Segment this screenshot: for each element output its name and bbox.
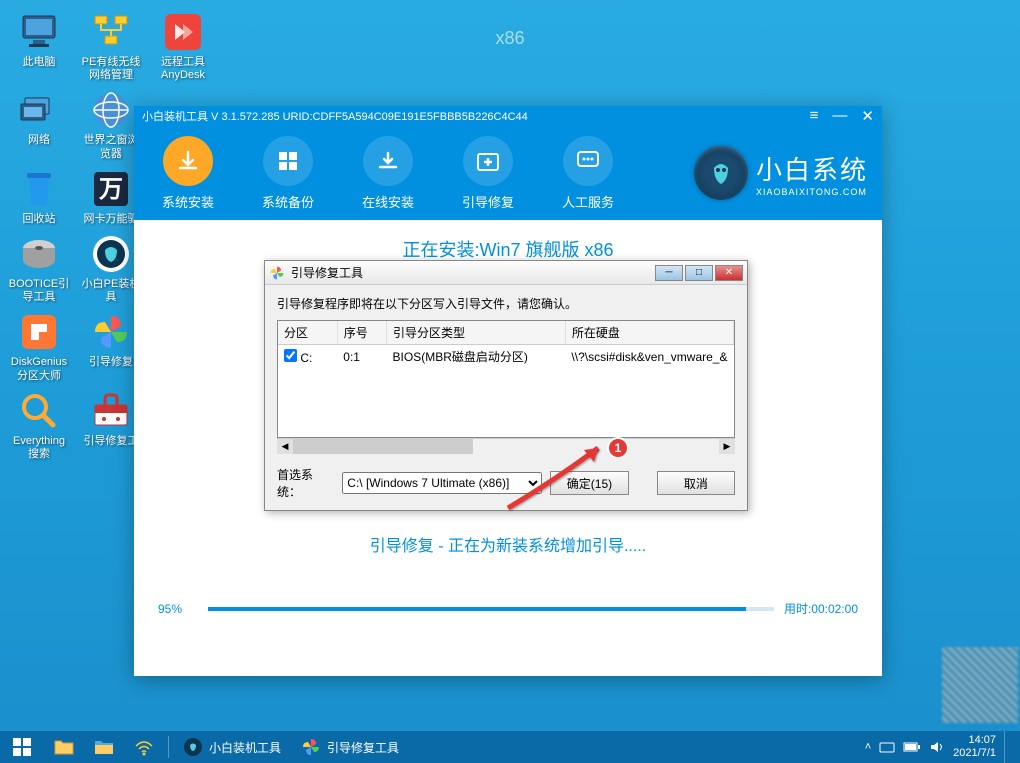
pinwheel-icon [269, 265, 285, 281]
obscured-region [942, 647, 1018, 723]
scroll-right-icon[interactable]: ▶ [719, 439, 735, 454]
col-type[interactable]: 引导分区类型 [387, 321, 566, 345]
network-icon [89, 10, 133, 54]
progress-fill [208, 607, 746, 611]
desktop-icon-pe-network[interactable]: PE有线无线网络管理 [80, 10, 142, 82]
taskbar-app-installer[interactable]: 小白装机工具 [173, 731, 291, 763]
tab-system-backup[interactable]: 系统备份 [248, 136, 328, 211]
taskbar-file-explorer-2[interactable] [84, 731, 124, 763]
taskbar-clock[interactable]: 14:07 2021/7/1 [953, 734, 996, 760]
windows-icon [263, 136, 313, 186]
folder-icon [54, 737, 74, 757]
monitor-icon [17, 10, 61, 54]
xiaobai-icon [183, 737, 203, 757]
pinwheel-icon [89, 310, 133, 354]
preferred-system-label: 首选系统： [277, 466, 334, 500]
desktop-icon-driver[interactable]: 万 网卡万能驱 [80, 167, 142, 226]
close-icon[interactable]: ✕ [861, 107, 874, 125]
desktop-icon-xiaobai-pe[interactable]: 小白PE装机具 [80, 232, 142, 304]
progress-percent: 95% [158, 602, 198, 616]
preferred-system-select[interactable]: C:\ [Windows 7 Ultimate (x86)] [342, 472, 542, 494]
brand-name: 小白系统 [756, 150, 868, 187]
brand-url: XIAOBAIXITONG.COM [756, 187, 868, 197]
anydesk-icon [161, 10, 205, 54]
dialog-title-text: 引导修复工具 [291, 264, 363, 281]
taskbar-file-explorer[interactable] [44, 731, 84, 763]
minimize-icon[interactable]: — [832, 107, 847, 125]
folder-open-icon [94, 737, 114, 757]
tray-up-icon[interactable]: ˄ [865, 741, 871, 753]
network-computer-icon [17, 88, 61, 132]
globe-icon [89, 88, 133, 132]
desktop-icon-this-pc[interactable]: 此电脑 [8, 10, 70, 82]
taskbar-app-bootrepair[interactable]: 引导修复工具 [291, 731, 409, 763]
scroll-thumb[interactable] [293, 439, 473, 454]
search-icon [17, 389, 61, 433]
installing-title: 正在安装:Win7 旗舰版 x86 [158, 236, 858, 262]
desktop-icon-recycle[interactable]: 回收站 [8, 167, 70, 226]
tray-keyboard-icon[interactable] [879, 740, 895, 754]
desktop-watermark: x86 [495, 28, 524, 49]
desktop-icon-browser[interactable]: 世界之窗浏览器 [80, 88, 142, 160]
progress-bar [208, 607, 774, 611]
show-desktop-button[interactable] [1004, 731, 1010, 763]
diskgenius-icon [17, 310, 61, 354]
tab-online-install[interactable]: 在线安装 [348, 136, 428, 211]
pinwheel-icon [301, 737, 321, 757]
dialog-titlebar[interactable]: 引导修复工具 ─ □ ✕ [265, 261, 747, 285]
tab-system-install[interactable]: 系统安装 [148, 136, 228, 211]
download-icon [163, 136, 213, 186]
recycle-bin-icon [17, 167, 61, 211]
tray-volume-icon[interactable] [929, 740, 945, 754]
dialog-maximize-button[interactable]: □ [685, 265, 713, 281]
tray-battery-icon[interactable] [903, 741, 921, 753]
installer-title-text: 小白装机工具 V 3.1.572.285 URID:CDFF5A594C09E1… [142, 108, 528, 124]
table-row[interactable]: C: 0:1 BIOS(MBR磁盘启动分区) \\?\scsi#disk&ven… [278, 345, 734, 369]
driver-icon: 万 [89, 167, 133, 211]
partition-table: 分区 序号 引导分区类型 所在硬盘 C: 0:1 BIOS(MBR磁盘启动分区)… [277, 320, 735, 438]
windows-logo-icon [13, 738, 31, 756]
col-disk[interactable]: 所在硬盘 [565, 321, 733, 345]
desktop-icon-bootice[interactable]: BOOTICE引导工具 [8, 232, 70, 304]
desktop-icon-bootrepair2[interactable]: 引导修复工 [80, 389, 142, 461]
medkit-icon [463, 136, 513, 186]
start-button[interactable] [0, 731, 44, 763]
taskbar: 小白装机工具 引导修复工具 ˄ 14:07 2021/7/1 [0, 731, 1020, 763]
installer-titlebar: 小白装机工具 V 3.1.572.285 URID:CDFF5A594C09E1… [134, 106, 882, 126]
horizontal-scrollbar[interactable]: ◀ ▶ [277, 438, 735, 454]
tab-boot-repair[interactable]: 引导修复 [448, 136, 528, 211]
desktop-icon-anydesk[interactable]: 远程工具AnyDesk [152, 10, 214, 82]
tab-human-service[interactable]: 人工服务 [548, 136, 628, 211]
col-partition[interactable]: 分区 [278, 321, 337, 345]
brand-logo-icon [694, 146, 748, 200]
col-seq[interactable]: 序号 [337, 321, 386, 345]
toolbox-icon [89, 389, 133, 433]
dialog-minimize-button[interactable]: ─ [655, 265, 683, 281]
desktop-icon-everything[interactable]: Everything搜索 [8, 389, 70, 461]
disk-icon [17, 232, 61, 276]
desktop-icon-diskgenius[interactable]: DiskGenius分区大师 [8, 310, 70, 382]
chat-icon [563, 136, 613, 186]
scroll-left-icon[interactable]: ◀ [277, 439, 293, 454]
brand-logo-area: 小白系统 XIAOBAIXITONG.COM [694, 146, 868, 200]
svg-text:万: 万 [99, 176, 123, 203]
desktop-icon-network[interactable]: 网络 [8, 88, 70, 160]
xiaobai-icon [89, 232, 133, 276]
cancel-button[interactable]: 取消 [657, 471, 735, 495]
status-text: 引导修复 - 正在为新装系统增加引导..... [158, 532, 858, 556]
cloud-download-icon [363, 136, 413, 186]
wifi-icon [134, 737, 154, 757]
taskbar-network[interactable] [124, 731, 164, 763]
installer-tabs: 系统安装 系统备份 在线安装 引导修复 人工服务 小白系统 [134, 126, 882, 220]
dialog-message: 引导修复程序即将在以下分区写入引导文件，请您确认。 [277, 295, 735, 312]
row-checkbox[interactable] [284, 349, 297, 362]
ok-button[interactable]: 确定(15) [550, 471, 628, 495]
boot-repair-dialog: 引导修复工具 ─ □ ✕ 引导修复程序即将在以下分区写入引导文件，请您确认。 分… [264, 260, 748, 511]
elapsed-time: 用时:00:02:00 [784, 600, 858, 617]
dialog-close-button[interactable]: ✕ [715, 265, 743, 281]
menu-icon[interactable]: ≡ [810, 107, 819, 125]
desktop-icon-bootrepair[interactable]: 引导修复 [80, 310, 142, 382]
